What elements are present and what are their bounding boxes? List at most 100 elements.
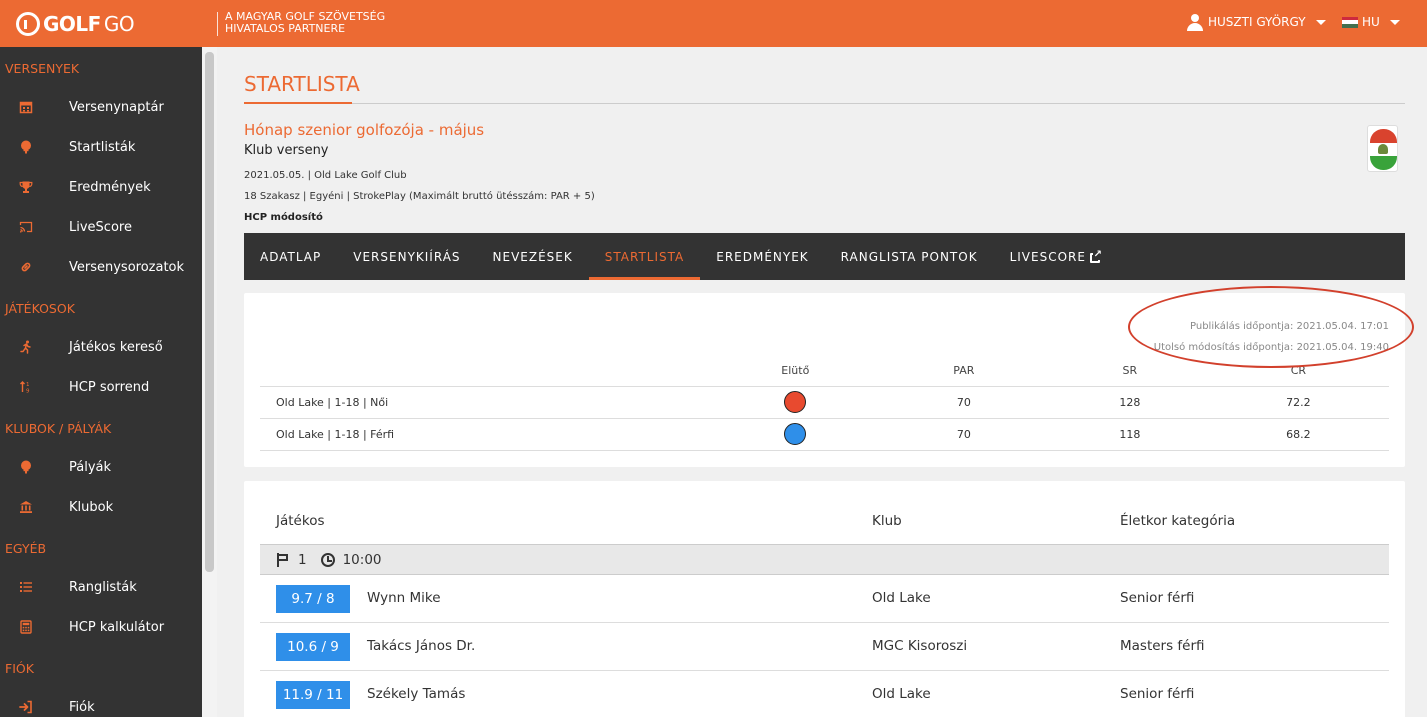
table-row[interactable]: 9.7 / 8 Wynn Mike Old Lake Senior férfi bbox=[260, 575, 1389, 623]
hungary-flag-icon bbox=[1342, 16, 1358, 28]
player-club: Old Lake bbox=[872, 590, 931, 606]
tab-livescore[interactable]: LIVESCORE ↗ bbox=[994, 233, 1118, 280]
hcp-badge: 9.7 / 8 bbox=[276, 585, 350, 613]
tee-cr: 72.2 bbox=[1207, 386, 1389, 419]
sidebar-item-label: Klubok bbox=[69, 499, 114, 515]
sidebar-item-label: Versenysorozatok bbox=[69, 259, 185, 275]
golf-ball-logo-icon bbox=[16, 12, 40, 36]
sidebar-item-palyak[interactable]: Pályák bbox=[0, 447, 202, 487]
competition-type: Klub verseny bbox=[244, 143, 329, 158]
sidebar-scrollbar[interactable] bbox=[205, 52, 214, 572]
player-club: MGC Kisoroszi bbox=[872, 638, 968, 654]
player-name[interactable]: Wynn Mike bbox=[367, 590, 441, 606]
logo-text-light: GO bbox=[103, 12, 135, 36]
sidebar-item-hcp-kalkulator[interactable]: HCP kalkulátor bbox=[0, 607, 202, 647]
external-link-icon: ↗ bbox=[1089, 249, 1103, 263]
calculator-icon bbox=[19, 620, 32, 634]
red-tee-marker bbox=[784, 391, 807, 413]
tee-par: 70 bbox=[875, 418, 1052, 451]
player-name[interactable]: Takács János Dr. bbox=[367, 638, 475, 654]
start-hole: 1 bbox=[298, 551, 307, 568]
sidebar-item-klubok[interactable]: Klubok bbox=[0, 487, 202, 527]
player-category: Masters férfi bbox=[1120, 638, 1205, 654]
cast-icon bbox=[19, 221, 32, 233]
tab-nevezesek[interactable]: NEVEZÉSEK bbox=[477, 233, 589, 280]
sidebar-item-label: Ranglisták bbox=[69, 579, 137, 595]
sidebar-section-egyeb: EGYÉB bbox=[5, 541, 47, 556]
tee-sr: 128 bbox=[1051, 386, 1208, 419]
competition-format: 18 Szakasz | Egyéni | StrokePlay (Maximá… bbox=[244, 191, 595, 202]
sidebar-item-versenysorozatok[interactable]: Versenysorozatok bbox=[0, 247, 202, 287]
language-code: HU bbox=[1362, 15, 1380, 29]
tab-eredmenyek[interactable]: EREDMÉNYEK bbox=[700, 233, 824, 280]
sidebar-section-klubok-palyak: KLUBOK / PÁLYÁK bbox=[5, 421, 112, 436]
tee-name: Old Lake | 1-18 | Férfi bbox=[260, 418, 715, 451]
tee-header: Elütő bbox=[714, 356, 876, 387]
header-divider bbox=[217, 12, 218, 36]
user-menu[interactable]: HUSZTI GYÖRGY bbox=[1186, 13, 1326, 31]
sidebar-item-livescore[interactable]: LiveScore bbox=[0, 207, 202, 247]
title-divider bbox=[244, 103, 1405, 104]
tee-name-header bbox=[260, 356, 715, 387]
chevron-down-icon bbox=[1389, 19, 1400, 25]
club-logo[interactable] bbox=[1367, 125, 1398, 172]
sidebar-item-label: Eredmények bbox=[69, 179, 151, 195]
calendar-icon bbox=[19, 101, 32, 114]
sidebar-item-label: Fiók bbox=[69, 699, 95, 715]
clock-icon bbox=[320, 552, 335, 567]
logo-text-bold: GOLF bbox=[43, 12, 101, 36]
competition-tabs: ADATLAP VERSENYKIÍRÁS NEVEZÉSEK STARTLIS… bbox=[244, 233, 1405, 280]
tee-par: 70 bbox=[875, 386, 1052, 419]
sidebar-item-versenynaptar[interactable]: Versenynaptár bbox=[0, 87, 202, 127]
tee-cr: 68.2 bbox=[1207, 418, 1389, 451]
sr-header: SR bbox=[1051, 356, 1208, 387]
category-column-header: Életkor kategória bbox=[1120, 513, 1236, 529]
par-header: PAR bbox=[875, 356, 1052, 387]
sidebar-item-label: HCP sorrend bbox=[69, 379, 150, 395]
tee-sr: 118 bbox=[1051, 418, 1208, 451]
sidebar-item-label: LiveScore bbox=[69, 219, 132, 235]
golfigo-logo[interactable]: GOLF GO bbox=[16, 11, 135, 37]
link-icon bbox=[21, 262, 30, 272]
sidebar-item-startlistak[interactable]: Startlisták bbox=[0, 127, 202, 167]
player-name[interactable]: Székely Tamás bbox=[367, 686, 465, 702]
svg-text:9: 9 bbox=[26, 389, 30, 395]
player-column-header: Játékos bbox=[276, 513, 325, 529]
player-club: Old Lake bbox=[872, 686, 931, 702]
tab-livescore-label: LIVESCORE bbox=[1009, 249, 1086, 264]
sign-in-icon bbox=[18, 700, 32, 714]
competition-date-venue: 2021.05.05. | Old Lake Golf Club bbox=[244, 170, 407, 181]
sidebar-item-label: Startlisták bbox=[69, 139, 136, 155]
competition-name: Hónap szenior golfozója - május bbox=[244, 121, 485, 139]
hcp-badge: 11.9 / 11 bbox=[276, 681, 350, 709]
tab-ranglista-pontok[interactable]: RANGLISTA PONTOK bbox=[825, 233, 994, 280]
sidebar-item-fiok[interactable]: Fiók bbox=[0, 687, 202, 717]
sidebar-item-label: Versenynaptár bbox=[69, 99, 164, 115]
tab-adatlap[interactable]: ADATLAP bbox=[244, 233, 337, 280]
sidebar-item-eredmenyek[interactable]: Eredmények bbox=[0, 167, 202, 207]
sidebar-item-ranglistak[interactable]: Ranglisták bbox=[0, 567, 202, 607]
sidebar-section-fiok: FIÓK bbox=[5, 661, 34, 676]
sidebar-item-label: HCP kalkulátor bbox=[69, 619, 165, 635]
user-name: HUSZTI GYÖRGY bbox=[1208, 15, 1306, 29]
sidebar-item-hcp-sorrend[interactable]: 19 HCP sorrend bbox=[0, 367, 202, 407]
running-person-icon bbox=[19, 340, 31, 354]
table-row[interactable]: 11.9 / 11 Székely Tamás Old Lake Senior … bbox=[260, 671, 1389, 717]
tee-table: Elütő PAR SR CR Old Lake | 1-18 | Női 70… bbox=[260, 356, 1389, 451]
club-column-header: Klub bbox=[872, 513, 902, 529]
sort-icon: 19 bbox=[19, 381, 30, 395]
table-row[interactable]: 10.6 / 9 Takács János Dr. MGC Kisoroszi … bbox=[260, 623, 1389, 671]
table-row: Old Lake | 1-18 | Férfi 70 118 68.2 bbox=[260, 418, 1389, 451]
language-selector[interactable]: HU bbox=[1342, 15, 1400, 29]
sidebar-section-versenyek: VERSENYEK bbox=[5, 61, 80, 76]
tee-time: 10:00 bbox=[342, 551, 382, 568]
golf-ball-tee-icon bbox=[20, 460, 31, 474]
startlist-card: Játékos Klub Életkor kategória 1 10:00 9… bbox=[244, 481, 1405, 717]
top-bar: GOLF GO A MAGYAR GOLF SZÖVETSÉG HIVATALO… bbox=[0, 0, 1427, 47]
tab-versenykiiras[interactable]: VERSENYKIÍRÁS bbox=[337, 233, 476, 280]
trophy-icon bbox=[19, 181, 32, 193]
blue-tee-marker bbox=[784, 423, 807, 445]
tab-startlista[interactable]: STARTLISTA bbox=[588, 233, 701, 280]
sidebar-item-jatekos-kereso[interactable]: Játékos kereső bbox=[0, 327, 202, 367]
hcp-badge: 10.6 / 9 bbox=[276, 633, 350, 661]
